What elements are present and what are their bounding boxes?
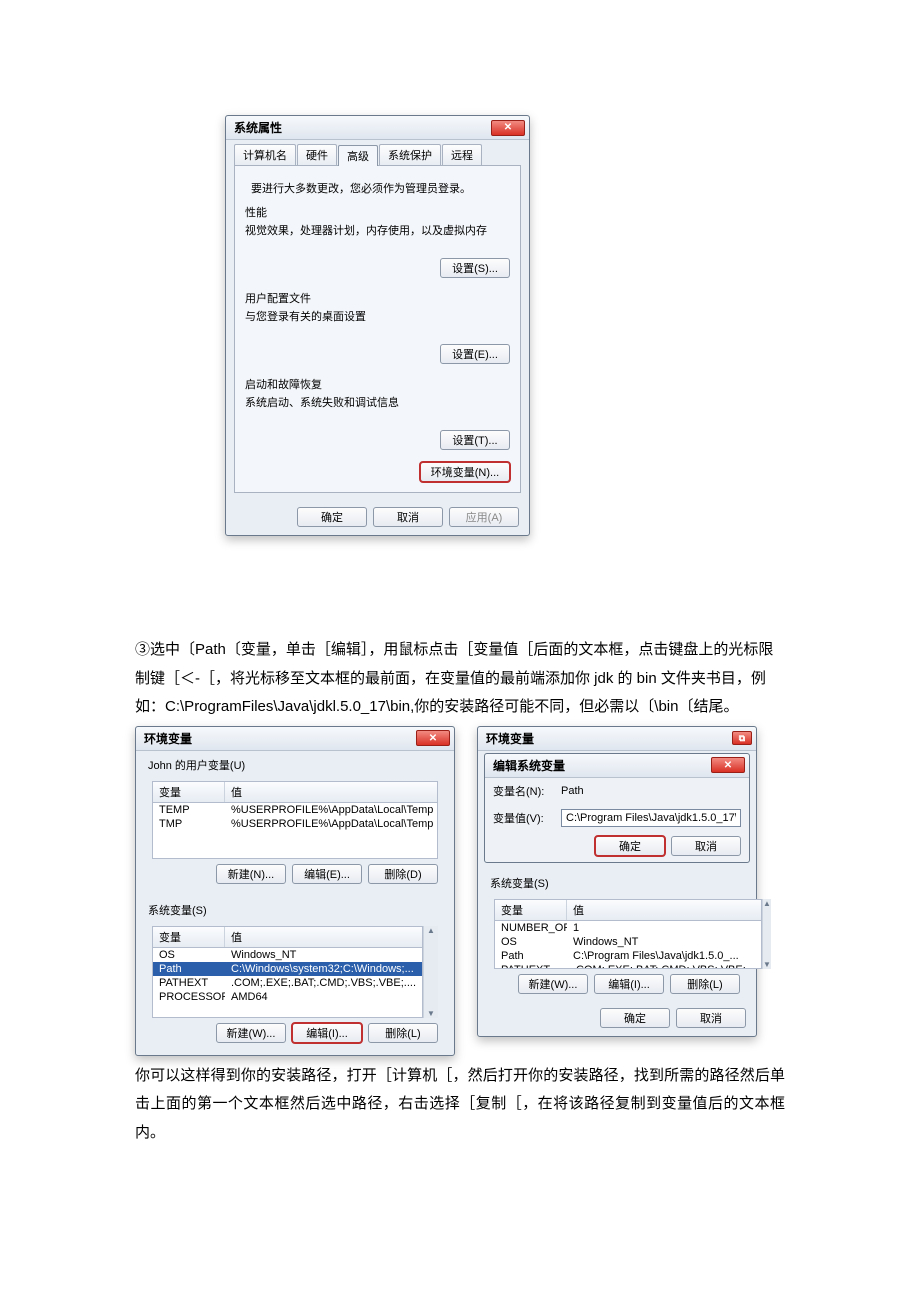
var-name-value: Path [561,785,741,797]
sys-vars-label: 系统变量(S) [478,869,756,891]
table-row: OSWindows_NT [495,935,761,949]
close-icon[interactable]: ⧉ [732,731,752,745]
env-vars-button[interactable]: 环境变量(N)... [420,462,510,482]
trailing-paragraph: 你可以这样得到你的安装路径，打开［计算机［，然后打开你的安装路径，找到所需的路径… [135,1062,785,1148]
scrollbar[interactable]: ▲▼ [423,926,438,1018]
sys-new-button[interactable]: 新建(W)... [216,1023,286,1043]
admin-note: 要进行大多数更改，您必须作为管理员登录。 [251,180,510,196]
cancel-button[interactable]: 取消 [676,1008,746,1028]
table-row: OSWindows_NT [153,948,422,962]
edit-sysvar-dialog: 编辑系统变量 ✕ 变量名(N): Path 变量值(V): 确定 取消 [484,753,750,863]
var-name-label: 变量名(N): [493,783,553,799]
tab-hardware[interactable]: 硬件 [297,144,337,165]
user-new-button[interactable]: 新建(N)... [216,864,286,884]
table-row: PathC:\Windows\system32;C:\Windows;... [153,962,422,976]
sys-vars-group: 变量 值 OSWindows_NT PathC:\Windows\system3… [146,922,444,1049]
env-vars-dialog: 环境变量 ✕ John 的用户变量(U) 变量 值 TEMP%USERPROFI… [135,726,455,1056]
user-vars-list[interactable]: TEMP%USERPROFILE%\AppData\Local\Temp TMP… [152,803,438,859]
edit-cancel-button[interactable]: 取消 [671,836,741,856]
table-row: PathC:\Program Files\Java\jdk1.5.0_... [495,949,761,963]
tab-remote[interactable]: 远程 [442,144,482,165]
userprofile-settings-button[interactable]: 设置(E)... [440,344,510,364]
close-icon[interactable]: ✕ [491,120,525,136]
tab-bar: 计算机名 硬件 高级 系统保护 远程 [226,140,529,165]
close-icon[interactable]: ✕ [711,757,745,773]
var-value-input[interactable] [561,809,741,827]
edit-dialog-title: 编辑系统变量 [493,757,565,774]
table-row: PROCESSOR_AR...AMD64 [153,990,422,1004]
var-value-label: 变量值(V): [493,810,553,826]
sys-edit-button[interactable]: 编辑(I)... [594,974,664,994]
dialog-title: 环境变量 [144,730,192,747]
col-variable: 变量 [495,900,567,920]
perf-settings-button[interactable]: 设置(S)... [440,258,510,278]
userprofile-section: 用户配置文件 与您登录有关的桌面设置 设置(E)... [245,290,510,364]
user-edit-button[interactable]: 编辑(E)... [292,864,362,884]
edit-ok-button[interactable]: 确定 [595,836,665,856]
table-row: TMP%USERPROFILE%\AppData\Local\Temp [153,817,437,831]
col-variable: 变量 [153,782,225,802]
startup-settings-button[interactable]: 设置(T)... [440,430,510,450]
sys-delete-button[interactable]: 删除(L) [368,1023,438,1043]
instruction-paragraph: ③选中〔Path〔变量，单击［编辑］，用鼠标点击［变量值［后面的文本框，点击键盘… [135,636,785,722]
userprofile-title: 用户配置文件 [245,290,510,306]
user-delete-button[interactable]: 删除(D) [368,864,438,884]
tab-panel: 要进行大多数更改，您必须作为管理员登录。 性能 视觉效果，处理器计划，内存使用，… [234,165,521,493]
sys-vars-list[interactable]: NUMBER_OF_PR...1 OSWindows_NT PathC:\Pro… [494,921,762,969]
tab-system-protection[interactable]: 系统保护 [379,144,441,165]
col-value: 值 [225,927,422,947]
col-value: 值 [225,782,437,802]
table-row: NUMBER_OF_PR...1 [495,921,761,935]
startup-section: 启动和故障恢复 系统启动、系统失败和调试信息 设置(T)... [245,376,510,450]
apply-button[interactable]: 应用(A) [449,507,519,527]
tab-computer-name[interactable]: 计算机名 [234,144,296,165]
sys-edit-button[interactable]: 编辑(I)... [292,1023,362,1043]
user-vars-label: John 的用户变量(U) [136,751,454,773]
col-variable: 变量 [153,927,225,947]
system-properties-dialog: 系统属性 ✕ 计算机名 硬件 高级 系统保护 远程 要进行大多数更改，您必须作为… [225,115,530,536]
dialog-title: 环境变量 [486,730,534,747]
ok-button[interactable]: 确定 [297,507,367,527]
startup-desc: 系统启动、系统失败和调试信息 [245,394,510,410]
perf-desc: 视觉效果，处理器计划，内存使用，以及虚拟内存 [245,222,510,238]
sys-vars-list[interactable]: OSWindows_NT PathC:\Windows\system32;C:\… [152,948,423,1018]
sys-delete-button[interactable]: 删除(L) [670,974,740,994]
sys-vars-group: 变量 值 NUMBER_OF_PR...1 OSWindows_NT PathC… [488,895,746,1000]
user-vars-group: 变量 值 TEMP%USERPROFILE%\AppData\Local\Tem… [146,777,444,890]
ok-button[interactable]: 确定 [600,1008,670,1028]
col-value: 值 [567,900,761,920]
perf-title: 性能 [245,204,510,220]
table-row: TEMP%USERPROFILE%\AppData\Local\Temp [153,803,437,817]
dialog-title: 系统属性 [234,119,282,136]
close-icon[interactable]: ✕ [416,730,450,746]
startup-title: 启动和故障恢复 [245,376,510,392]
sys-new-button[interactable]: 新建(W)... [518,974,588,994]
sys-vars-label: 系统变量(S) [136,896,454,918]
userprofile-desc: 与您登录有关的桌面设置 [245,308,510,324]
scrollbar[interactable]: ▲▼ [762,899,771,969]
cancel-button[interactable]: 取消 [373,507,443,527]
table-row: PATHEXT.COM;.EXE;.BAT;.CMD;.VBS;.VBE;...… [153,976,422,990]
tab-advanced[interactable]: 高级 [338,145,378,166]
env-vars-dialog-b: 环境变量 ⧉ 编辑系统变量 ✕ 变量名(N): Path 变量值(V): 确定 [477,726,757,1037]
table-row: PATHEXT.COM;.EXE;.BAT;.CMD;.VBS;.VBE;... [495,963,761,969]
perf-section: 性能 视觉效果，处理器计划，内存使用，以及虚拟内存 设置(S)... [245,204,510,278]
